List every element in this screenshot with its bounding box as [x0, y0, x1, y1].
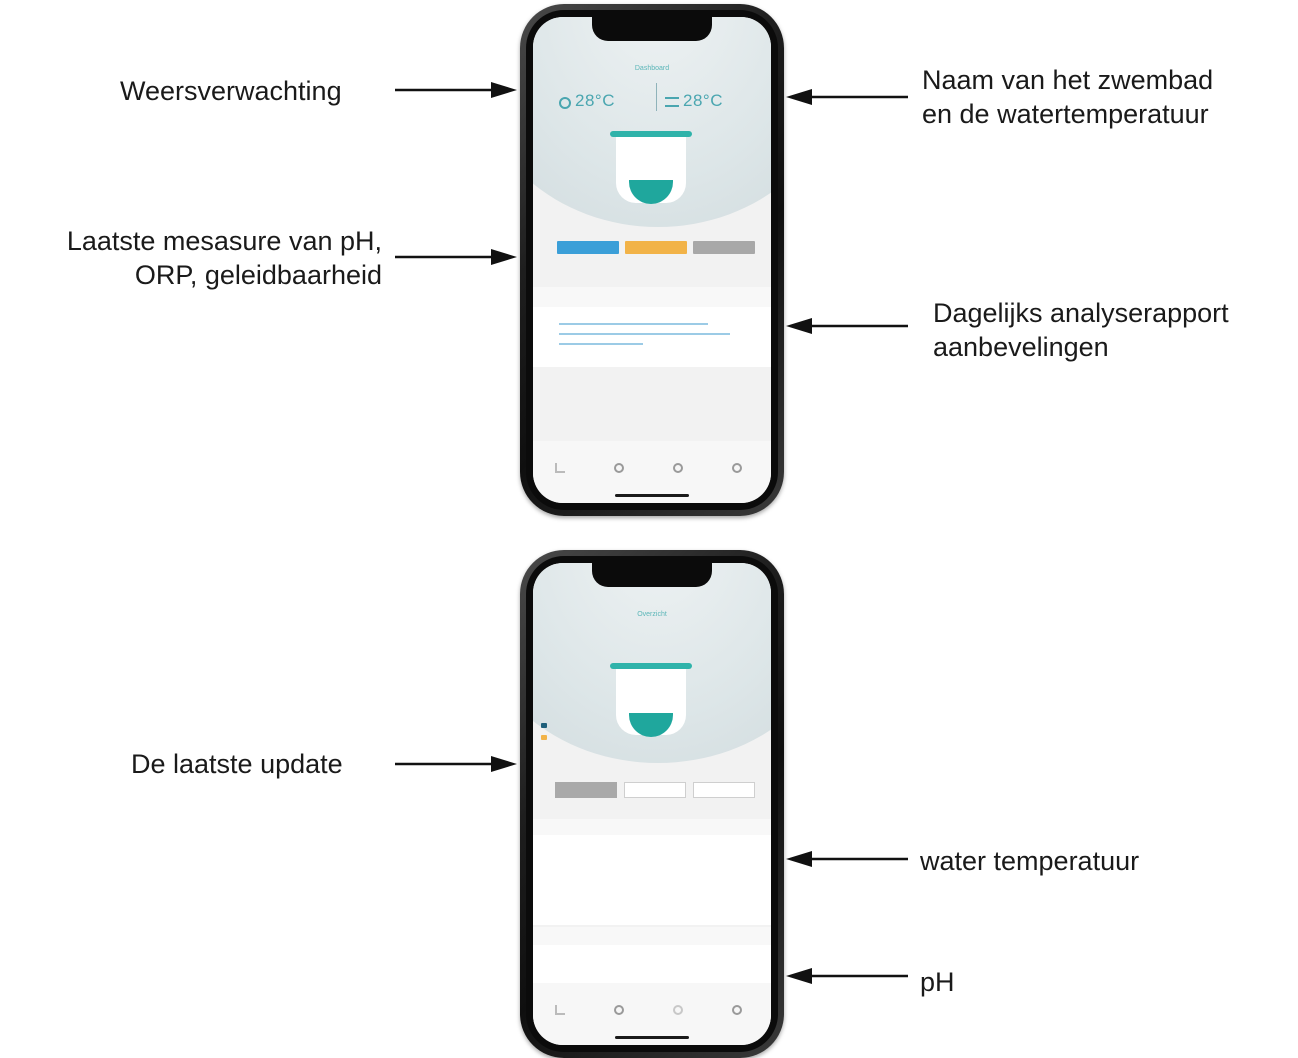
arrow-last-update — [395, 756, 517, 772]
phone-overview: Overzicht — [520, 550, 784, 1058]
label-last-measure: Laatste mesasure van pH, ORP, geleidbaar… — [66, 226, 382, 290]
tab-bar — [533, 441, 771, 503]
phone-notch — [592, 17, 712, 41]
label-last-update: De laatste update — [131, 749, 343, 779]
arrow-last-measure — [395, 249, 517, 265]
ph-measure-pill[interactable] — [557, 241, 619, 254]
label-pool-name: Naam van het zwembad en de watertemperat… — [922, 65, 1214, 129]
label-ph: pH — [920, 967, 955, 997]
daily-report-header — [533, 287, 771, 307]
water-temperature: 28°C — [683, 91, 723, 110]
chart-icon[interactable] — [555, 463, 565, 473]
arrow-daily-report — [786, 318, 908, 334]
ph-header — [533, 927, 771, 945]
arrow-pool-name — [786, 89, 908, 105]
label-weather: Weersverwachting — [120, 76, 342, 106]
arrow-weather — [395, 82, 517, 98]
tab-button-1[interactable] — [555, 782, 617, 798]
gear-icon[interactable] — [732, 1005, 742, 1015]
tab-bar — [533, 983, 771, 1045]
air-temperature: 28°C — [575, 91, 615, 110]
arrow-ph — [786, 968, 908, 984]
chat-icon[interactable] — [614, 1005, 624, 1015]
dashboard-screen: Dashboard 28°C 28°C — [533, 17, 771, 503]
label-daily-report: Dagelijks analyserapport aanbevelingen — [933, 298, 1229, 362]
water-temperature-chart — [533, 835, 771, 925]
water-temperature-header — [533, 819, 771, 835]
screen-title: Overzicht — [637, 611, 667, 618]
conductivity-measure-pill[interactable] — [693, 241, 755, 254]
weather-icon — [559, 97, 571, 109]
sensor-icon[interactable] — [673, 463, 683, 473]
screen-title: Dashboard — [634, 65, 670, 72]
orp-measure-pill[interactable] — [625, 241, 687, 254]
recommendation-text — [559, 319, 745, 355]
legend-dot-teal — [541, 723, 547, 728]
legend-dot-orange — [541, 735, 547, 740]
home-indicator[interactable] — [615, 494, 689, 497]
sensor-icon[interactable] — [673, 1005, 683, 1015]
gear-icon[interactable] — [732, 463, 742, 473]
phone-notch — [592, 563, 712, 587]
tab-button-3[interactable] — [693, 782, 755, 798]
label-water-temperature: water temperatuur — [920, 846, 1140, 876]
tab-button-2[interactable] — [624, 782, 686, 798]
home-indicator[interactable] — [615, 1036, 689, 1039]
chat-icon[interactable] — [614, 463, 624, 473]
phone-dashboard: Dashboard 28°C 28°C — [520, 4, 784, 516]
pool-icon — [665, 97, 679, 107]
arrow-water-temperature — [786, 851, 908, 867]
overview-screen: Overzicht — [533, 563, 771, 1045]
chart-icon[interactable] — [555, 1005, 565, 1015]
